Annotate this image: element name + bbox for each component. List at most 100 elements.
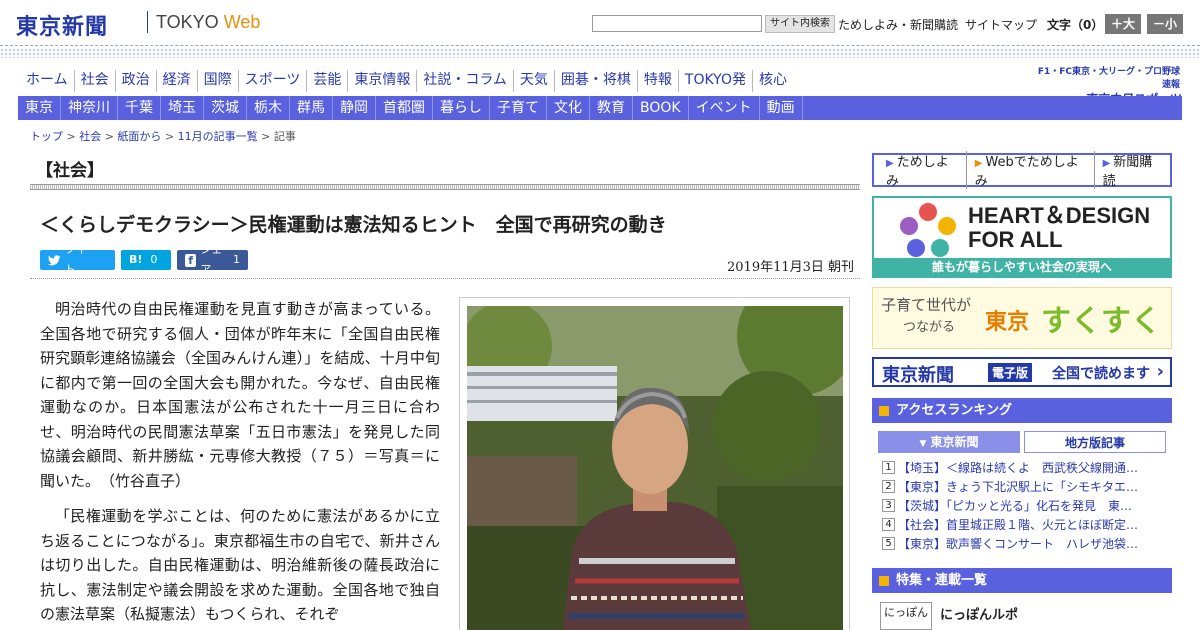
hatena-bookmark-button[interactable]: B! 0 xyxy=(121,250,171,270)
ranking-item[interactable]: 4 【社会】首里城正殿１階、火元とほぼ断定… xyxy=(882,515,1167,534)
rank-title: 【社会】首里城正殿１階、火元とほぼ断定… xyxy=(898,518,1139,532)
rank-number: 1 xyxy=(882,461,895,474)
nav-sports[interactable]: スポーツ xyxy=(237,70,307,92)
region-book[interactable]: BOOK xyxy=(633,96,689,120)
breadcrumb-shimen[interactable]: 紙面から xyxy=(117,130,161,143)
breadcrumb-november[interactable]: 11月の記事一覧 xyxy=(178,130,258,143)
sukusuku-banner[interactable]: 子育て世代が つながる 東京 すくすく xyxy=(872,287,1172,349)
nav-kakushin[interactable]: 核心 xyxy=(751,70,793,92)
tweet-button[interactable]: ツイート xyxy=(40,243,115,276)
region-video[interactable]: 動画 xyxy=(760,96,803,120)
ranking-tabs: ▼ 東京新聞 地方版記事 xyxy=(878,431,1168,453)
region-kosodate[interactable]: 子育て xyxy=(490,96,547,120)
site-search-button[interactable]: サイト内検索 xyxy=(765,15,835,33)
breadcrumb-top[interactable]: トップ xyxy=(30,130,63,143)
sb-tameshiyomi-link[interactable]: ▶ ためしよみ xyxy=(878,151,967,189)
article-date: 2019年11月3日 朝刊 xyxy=(727,260,855,275)
rank-title: 【埼玉】＜線路は続くよ 西武秩父線開通… xyxy=(898,461,1139,475)
rank-number: 2 xyxy=(882,480,895,493)
nav-economy[interactable]: 経済 xyxy=(155,70,197,92)
nav-tokuho[interactable]: 特報 xyxy=(636,70,678,92)
ranking-tab-tokyo[interactable]: ▼ 東京新聞 xyxy=(878,431,1020,453)
region-event[interactable]: イベント xyxy=(689,96,760,120)
denshiban-banner[interactable]: 東京新聞 電子版 全国で読めます › xyxy=(872,357,1172,387)
article-photo[interactable] xyxy=(467,306,843,630)
sukusuku-tokyo: 東京 xyxy=(985,310,1030,335)
site-header: 東京新聞 TOKYO Web サイト内検索 ためしよみ・新聞購読 サイトマップ … xyxy=(0,0,1200,46)
site-logo[interactable]: 東京新聞 xyxy=(16,9,108,41)
ranking-item[interactable]: 2 【東京】きょう下北沢駅上に「シモキタエ… xyxy=(882,477,1167,496)
sukusuku-logo: すくすく xyxy=(1041,304,1161,339)
heart-design-logo-icon xyxy=(900,203,956,257)
breadcrumb-sep: > xyxy=(104,130,114,143)
sb-subscribe-link[interactable]: ▶ 新聞購読 xyxy=(1095,151,1170,189)
region-kanagawa[interactable]: 神奈川 xyxy=(61,96,118,120)
article-title: ＜くらしデモクラシー＞民権運動は憲法知るヒント 全国で再研究の動き xyxy=(40,214,667,236)
nav-go-shogi[interactable]: 囲碁・将棋 xyxy=(553,70,637,92)
sukusuku-tagline-2: つながる xyxy=(903,320,956,335)
facebook-share-count: 1 xyxy=(233,253,240,266)
rank-title: 【茨城】「ピカッと光る」化石を発見 東… xyxy=(898,499,1133,513)
breadcrumb-sep: > xyxy=(261,130,271,143)
tokushu-heading: 特集・連載一覧 xyxy=(872,568,1172,593)
region-chiba[interactable]: 千葉 xyxy=(118,96,161,120)
nav-tokyo-hatsu[interactable]: TOKYO発 xyxy=(677,70,752,92)
sb-web-tameshiyomi-link[interactable]: ▶ Webでためしよみ xyxy=(967,151,1095,189)
triangle-right-icon: ▶ xyxy=(974,158,983,169)
article-body: 明治時代の自由民権運動を見直す動きが高まっている。全国各地で研究する個人・団体が… xyxy=(40,297,440,630)
region-shizuoka[interactable]: 静岡 xyxy=(333,96,376,120)
nav-international[interactable]: 国際 xyxy=(196,70,238,92)
region-saitama[interactable]: 埼玉 xyxy=(161,96,204,120)
rank-number: 4 xyxy=(882,518,895,531)
triangle-down-icon: ▼ xyxy=(919,439,927,449)
header-dot-pattern xyxy=(0,48,1200,58)
nav-weather[interactable]: 天気 xyxy=(512,70,554,92)
font-smaller-button[interactable]: －小 xyxy=(1147,14,1183,34)
ranking-item[interactable]: 1 【埼玉】＜線路は続くよ 西武秩父線開通… xyxy=(882,458,1167,477)
portrait-photo-illustration xyxy=(467,306,843,630)
breadcrumb-sep: > xyxy=(66,130,76,143)
triangle-right-icon: ▶ xyxy=(886,158,894,169)
region-bunka[interactable]: 文化 xyxy=(547,96,590,120)
facebook-share-label: シェア xyxy=(200,243,223,276)
denshiban-logo: 東京新聞 xyxy=(882,365,954,386)
hatena-count: 0 xyxy=(150,253,158,266)
section-divider xyxy=(30,184,860,190)
nav-home[interactable]: ホーム xyxy=(20,70,74,92)
heart-design-title: HEART＆DESIGN FOR ALL xyxy=(968,203,1151,252)
tokushu-item[interactable]: にっぽん にっぽんルポ xyxy=(880,602,1170,630)
nav-tokyo-info[interactable]: 東京情報 xyxy=(347,70,416,92)
region-tokyo[interactable]: 東京 xyxy=(18,96,61,120)
tameshiyomi-link[interactable]: ためしよみ・新聞購読 xyxy=(838,16,958,33)
region-gunma[interactable]: 群馬 xyxy=(290,96,333,120)
twitter-bird-icon xyxy=(48,254,61,265)
sukusuku-tagline-1: 子育て世代が xyxy=(881,296,972,314)
nav-editorial[interactable]: 社説・コラム xyxy=(416,70,513,92)
nav-politics[interactable]: 政治 xyxy=(114,70,156,92)
region-kurashi[interactable]: 暮らし xyxy=(433,96,490,120)
breadcrumb-society[interactable]: 社会 xyxy=(79,130,101,143)
ranking-tab-local[interactable]: 地方版記事 xyxy=(1024,431,1166,453)
page: { "header": { "logo_jp": "東京新聞", "logo_e… xyxy=(0,0,1200,630)
logo-divider xyxy=(147,11,148,33)
heart-design-banner[interactable]: HEART＆DESIGN FOR ALL 誰もが暮らしやすい社会の実現へ xyxy=(872,196,1172,278)
subscription-links: ▶ ためしよみ ▶ Webでためしよみ ▶ 新聞購読 xyxy=(872,151,1172,189)
facebook-f-icon: f xyxy=(185,253,197,267)
ranking-item[interactable]: 3 【茨城】「ピカッと光る」化石を発見 東… xyxy=(882,496,1167,515)
facebook-share-button[interactable]: f シェア 1 xyxy=(177,243,248,276)
nav-society[interactable]: 社会 xyxy=(73,70,115,92)
region-kyoiku[interactable]: 教育 xyxy=(590,96,633,120)
site-search-input[interactable] xyxy=(592,15,762,32)
chevron-right-icon: › xyxy=(1156,361,1164,382)
sitemap-link[interactable]: サイトマップ xyxy=(965,16,1037,33)
region-tochigi[interactable]: 栃木 xyxy=(247,96,290,120)
tokyo-web-logo[interactable]: TOKYO Web xyxy=(156,12,260,33)
rank-number: 3 xyxy=(882,499,895,512)
font-larger-button[interactable]: ＋大 xyxy=(1105,14,1141,34)
region-shutoken[interactable]: 首都圏 xyxy=(376,96,433,120)
section-heading: 【社会】 xyxy=(36,161,104,181)
region-ibaraki[interactable]: 茨城 xyxy=(204,96,247,120)
ranking-item[interactable]: 5 【東京】歌声響くコンサート ハレザ池袋… xyxy=(882,534,1167,553)
denshiban-badge: 電子版 xyxy=(988,363,1033,382)
nav-entertainment[interactable]: 芸能 xyxy=(306,70,347,92)
